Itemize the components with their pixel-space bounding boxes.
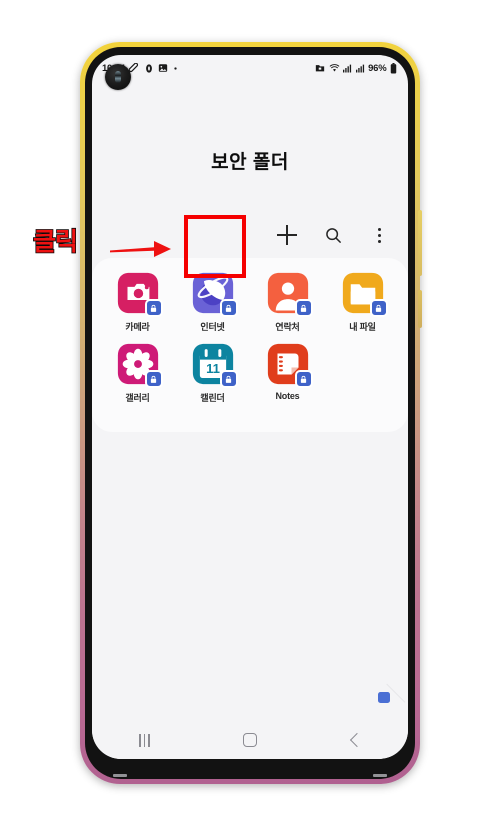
phone-bezel: 10:44 — [85, 47, 415, 779]
app-row: 카메라 인터넷 연락처 내 파일 — [92, 272, 408, 333]
secure-folder-badge — [294, 299, 313, 317]
lock-icon — [150, 304, 157, 312]
more-options-button[interactable] — [366, 222, 392, 248]
dot-zero-icon — [145, 63, 152, 73]
annotation-click-label: 클릭 — [32, 226, 79, 257]
signal-bars-2-icon — [355, 64, 364, 73]
signal-bars-icon — [343, 64, 352, 73]
secure-folder-badge — [294, 370, 313, 388]
three-dots-vertical-icon — [372, 227, 386, 243]
dot-icon — [174, 66, 177, 70]
volume-button[interactable] — [418, 210, 422, 276]
search-icon — [325, 227, 341, 243]
app-label: 캘린더 — [200, 393, 225, 403]
app-label: Notes — [275, 391, 300, 401]
pill-icon — [128, 62, 138, 72]
app-item-my-files[interactable]: 내 파일 — [325, 272, 400, 333]
speaker-slit-right — [373, 774, 387, 777]
app-icon-wrap — [192, 272, 238, 317]
app-icon-wrap — [117, 343, 163, 388]
folder-badge-icon — [315, 65, 325, 72]
secure-folder-badge — [219, 370, 238, 388]
app-item-camera[interactable]: 카메라 — [100, 272, 175, 333]
app-icon-wrap — [267, 272, 313, 317]
secure-folder-badge — [369, 299, 388, 317]
search-button[interactable] — [320, 222, 346, 248]
app-label: 갤러리 — [125, 393, 150, 403]
app-grid-panel: 카메라 인터넷 연락처 내 파일 갤러리 11 캘린더 Notes — [92, 258, 408, 432]
app-label: 인터넷 — [200, 322, 225, 332]
app-icon-wrap — [117, 272, 163, 317]
status-bar-left: 10:44 — [102, 62, 315, 74]
page-title: 보안 폴더 — [211, 152, 289, 173]
battery-percentage: 96% — [368, 62, 387, 74]
lock-icon — [225, 304, 232, 312]
wifi-icon — [329, 64, 339, 72]
app-icon-wrap — [267, 343, 313, 388]
secure-folder-badge — [144, 370, 163, 388]
status-bar-right: 96% — [315, 62, 397, 74]
app-item-gallery[interactable]: 갤러리 — [100, 343, 175, 404]
recents-icon — [139, 733, 151, 747]
lock-icon — [225, 375, 232, 383]
lock-icon — [150, 375, 157, 383]
app-label: 카메라 — [125, 322, 150, 332]
battery-icon — [390, 62, 397, 73]
app-icon-wrap — [342, 272, 388, 317]
image-icon — [158, 64, 167, 72]
home-button[interactable] — [223, 725, 277, 755]
home-icon — [242, 733, 257, 747]
calendar-day-number: 11 — [206, 361, 220, 376]
lock-icon — [300, 375, 307, 383]
speaker-slit-left — [113, 774, 127, 777]
app-item-notes[interactable]: Notes — [250, 343, 325, 404]
app-row: 갤러리 11 캘린더 Notes — [92, 343, 408, 404]
recents-button[interactable] — [118, 725, 172, 755]
lock-icon — [300, 304, 307, 312]
plus-icon — [274, 222, 300, 248]
phone-screen: 10:44 — [92, 55, 408, 759]
red-arrow-icon — [110, 241, 171, 257]
red-highlight-box — [184, 215, 246, 278]
app-label: 연락처 — [275, 322, 300, 332]
app-item-contacts[interactable]: 연락처 — [250, 272, 325, 333]
app-item-internet[interactable]: 인터넷 — [175, 272, 250, 333]
app-item-calendar[interactable]: 11 캘린더 — [175, 343, 250, 404]
app-cell-empty — [325, 343, 400, 404]
power-button[interactable] — [418, 290, 422, 328]
back-button[interactable] — [328, 725, 382, 755]
stray-secure-folder-badge — [378, 692, 390, 703]
back-chevron-icon — [350, 732, 365, 748]
add-apps-button[interactable] — [274, 222, 300, 248]
secure-folder-badge — [144, 299, 163, 317]
secure-folder-badge — [219, 299, 238, 317]
app-label: 내 파일 — [349, 322, 376, 332]
status-bar: 10:44 — [92, 55, 408, 90]
lock-icon — [375, 304, 382, 312]
navigation-bar — [92, 721, 408, 759]
app-icon-wrap: 11 — [192, 343, 238, 388]
phone-device-frame: 10:44 — [80, 42, 422, 784]
front-camera-hole-punch — [105, 64, 131, 90]
